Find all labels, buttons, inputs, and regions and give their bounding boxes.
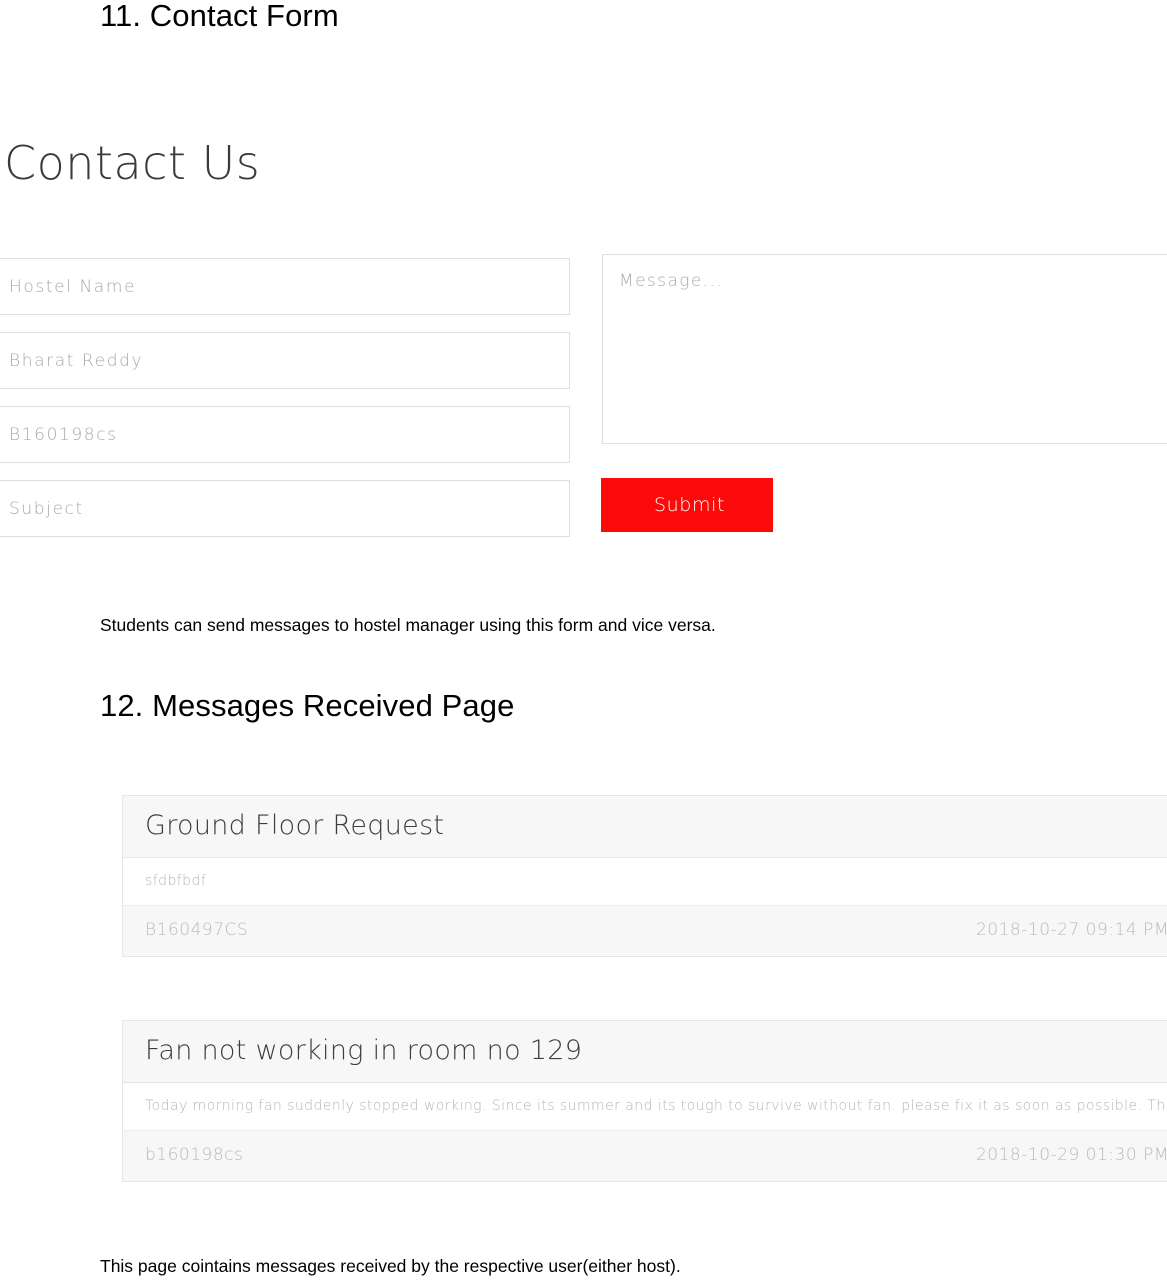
hostel-name-input[interactable]: Hostel Name [0,258,570,315]
submit-button[interactable]: Submit [601,478,773,532]
message-textarea-placeholder: Message... [619,271,724,291]
messages-received-screenshot: Ground Floor Request sfdbfbdf B160497CS … [0,780,1167,1220]
subject-input[interactable]: Subject [0,480,570,537]
submit-button-label: Submit [654,494,725,516]
message-card-body: Today morning fan suddenly stopped worki… [123,1083,1167,1131]
message-card[interactable]: Ground Floor Request sfdbfbdf B160497CS … [122,795,1167,957]
roll-number-input-text: B160198cs [9,424,118,445]
message-card-header: Ground Floor Request [123,796,1167,858]
message-card-text: Today morning fan suddenly stopped worki… [145,1098,1167,1114]
message-card-body: sfdbfbdf [123,858,1167,906]
contact-us-title: Contact Us [4,136,261,190]
message-card-timestamp: 2018-10-29 01:30 PM [975,1145,1167,1165]
message-textarea[interactable]: Message... [602,254,1167,444]
contact-form-caption: Students can send messages to hostel man… [100,615,716,635]
message-card-sender: b160198cs [145,1145,244,1165]
roll-number-input[interactable]: B160198cs [0,406,570,463]
message-card-title: Ground Floor Request [145,810,445,841]
student-name-input[interactable]: Bharat Reddy [0,332,570,389]
message-card-title: Fan not working in room no 129 [145,1035,583,1066]
subject-input-text: Subject [9,498,84,519]
message-card-header: Fan not working in room no 129 [123,1021,1167,1083]
message-card-text: sfdbfbdf [145,873,207,889]
message-card-sender: B160497CS [145,920,249,940]
message-card-footer: b160198cs 2018-10-29 01:30 PM [123,1131,1167,1181]
section-heading-messages-received: 12. Messages Received Page [100,688,515,723]
student-name-input-text: Bharat Reddy [9,350,144,371]
message-card-timestamp: 2018-10-27 09:14 PM [975,920,1167,940]
section-heading-contact-form: 11. Contact Form [100,0,339,33]
messages-page-caption: This page cointains messages received by… [100,1256,681,1276]
hostel-name-input-text: Hostel Name [9,276,137,297]
message-card-footer: B160497CS 2018-10-27 09:14 PM [123,906,1167,956]
message-card[interactable]: Fan not working in room no 129 Today mor… [122,1020,1167,1182]
contact-form-screenshot: Contact Us Hostel Name Bharat Reddy B160… [0,118,1167,558]
